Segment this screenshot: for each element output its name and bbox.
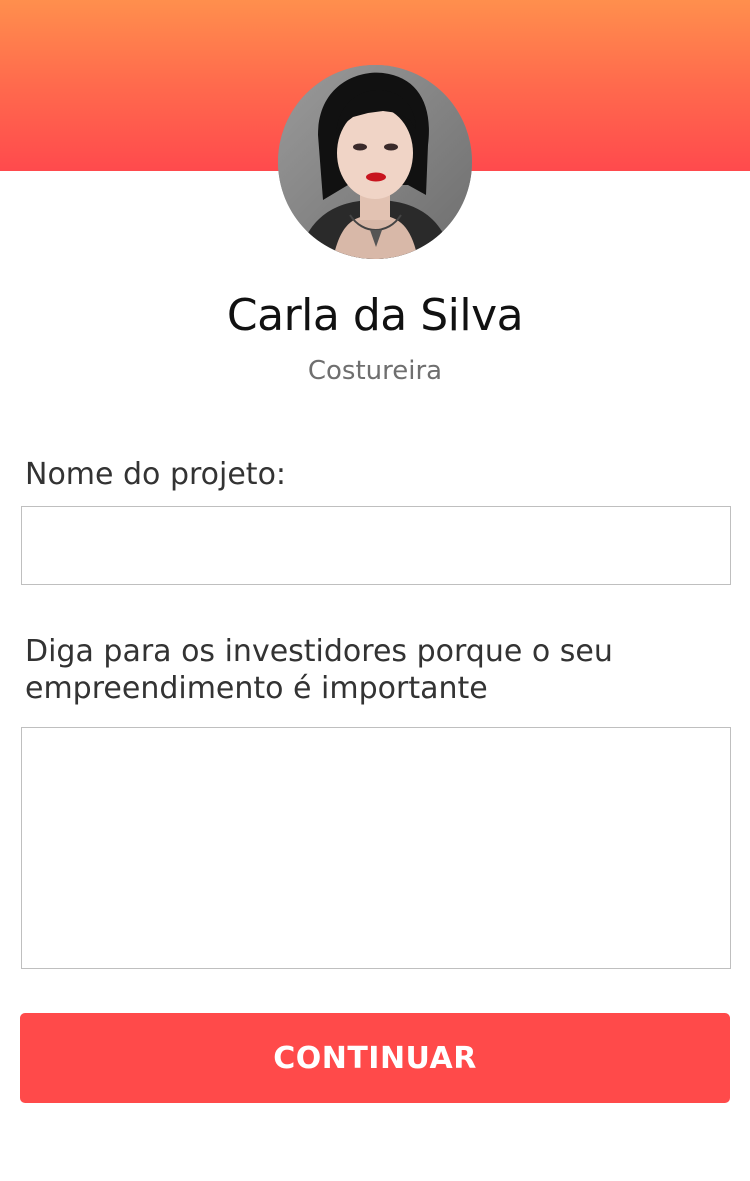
pitch-label: Diga para os investidores porque o seu e… xyxy=(25,634,613,706)
profile-role: Costureira xyxy=(307,356,443,386)
profile-name: Carla da Silva xyxy=(226,290,524,341)
avatar xyxy=(278,65,472,259)
project-name-label: Nome do projeto: xyxy=(25,457,287,492)
continue-button[interactable]: CONTINUAR xyxy=(20,1013,730,1103)
profile-project-screen: Carla da Silva Costureira Nome do projet… xyxy=(0,0,750,1181)
project-name-input[interactable] xyxy=(21,506,731,585)
pitch-textarea[interactable] xyxy=(21,727,731,969)
profile-photo-icon xyxy=(278,65,472,259)
